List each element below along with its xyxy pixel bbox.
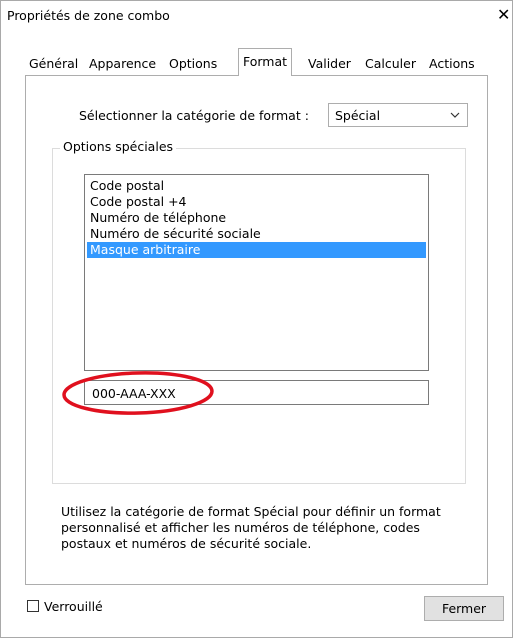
tab-valider[interactable]: Valider — [308, 52, 351, 75]
format-category-value: Spécial — [335, 108, 381, 123]
tab-general[interactable]: Général — [29, 52, 78, 75]
tab-calculer[interactable]: Calculer — [365, 52, 416, 75]
annotation-ellipse — [62, 371, 214, 415]
list-item-code-postal[interactable]: Code postal — [87, 178, 426, 194]
title-bar: Propriétés de zone combo ✕ — [0, 0, 513, 30]
window-title: Propriétés de zone combo — [7, 8, 170, 23]
list-item-telephone[interactable]: Numéro de téléphone — [87, 210, 426, 226]
locked-label[interactable]: Verrouillé — [44, 599, 103, 614]
special-options-title: Options spéciales — [60, 139, 177, 154]
close-icon[interactable]: ✕ — [497, 4, 513, 26]
special-options-list[interactable]: Code postal Code postal +4 Numéro de tél… — [84, 174, 429, 371]
chevron-down-icon — [450, 112, 460, 118]
tab-format[interactable]: Format — [238, 48, 293, 76]
format-category-select[interactable]: Spécial — [328, 103, 468, 127]
locked-checkbox[interactable] — [27, 600, 39, 612]
list-item-masque-arbitraire[interactable]: Masque arbitraire — [87, 242, 426, 258]
close-button[interactable]: Fermer — [424, 596, 504, 621]
tab-actions[interactable]: Actions — [429, 52, 475, 75]
list-item-code-postal-4[interactable]: Code postal +4 — [87, 194, 426, 210]
format-category-label: Sélectionner la catégorie de format : — [79, 108, 309, 123]
help-text: Utilisez la catégorie de format Spécial … — [61, 504, 441, 551]
list-item-securite-sociale[interactable]: Numéro de sécurité sociale — [87, 226, 426, 242]
tab-options[interactable]: Options — [169, 52, 217, 75]
tab-apparence[interactable]: Apparence — [89, 52, 156, 75]
